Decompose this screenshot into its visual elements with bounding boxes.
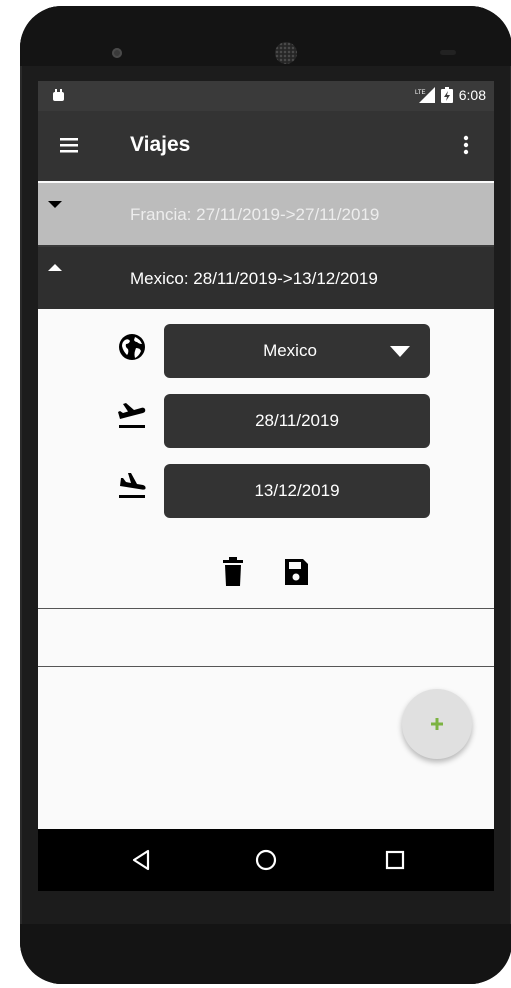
- add-trip-button[interactable]: [402, 689, 472, 759]
- departure-date-field[interactable]: 28/11/2019: [164, 394, 430, 448]
- flight-land-icon: [119, 473, 146, 498]
- country-value: Mexico: [263, 341, 317, 360]
- trip-detail-panel: Mexico 28/11/2019 13/12/2019: [38, 309, 494, 609]
- svg-text:LTE: LTE: [415, 90, 426, 96]
- delete-icon[interactable]: [220, 557, 246, 587]
- signal-lte-icon: LTE: [415, 87, 435, 103]
- plus-icon: [431, 718, 443, 730]
- list-item: [38, 609, 494, 666]
- chevron-down-icon: [390, 346, 410, 357]
- return-date-field[interactable]: 13/12/2019: [164, 464, 430, 518]
- trip-header-francia[interactable]: Francia: 27/11/2019->27/11/2019: [38, 183, 494, 245]
- trip-header-label: Francia: 27/11/2019->27/11/2019: [130, 205, 380, 224]
- android-debug-icon: [53, 89, 64, 101]
- return-date-value: 13/12/2019: [254, 481, 340, 500]
- hamburger-menu-icon[interactable]: [58, 133, 82, 157]
- status-time: 6:08: [458, 87, 486, 103]
- back-icon[interactable]: [128, 847, 154, 873]
- expand-arrow-icon: [48, 201, 62, 208]
- earpiece-speaker: [275, 42, 297, 64]
- flight-takeoff-icon: [118, 403, 146, 428]
- front-camera: [112, 48, 122, 58]
- collapse-arrow-icon: [48, 264, 62, 271]
- country-dropdown[interactable]: Mexico: [164, 324, 430, 378]
- home-icon[interactable]: [253, 847, 279, 873]
- status-bar: LTE 6:08: [38, 81, 494, 111]
- app-bar: Viajes: [38, 111, 494, 181]
- departure-date-value: 28/11/2019: [255, 411, 339, 430]
- trip-header-label: Mexico: 28/11/2019->13/12/2019: [130, 269, 378, 288]
- more-vert-icon[interactable]: [450, 133, 474, 157]
- proximity-sensor: [440, 50, 456, 55]
- save-icon[interactable]: [283, 557, 309, 587]
- globe-icon: [119, 334, 145, 360]
- page-title: Viajes: [130, 133, 191, 156]
- device-screen: LTE 6:08 Viajes Francia: 27/11/2019->27/…: [38, 81, 494, 891]
- divider: [38, 666, 494, 667]
- recents-icon[interactable]: [382, 847, 408, 873]
- trip-header-mexico[interactable]: Mexico: 28/11/2019->13/12/2019: [38, 247, 494, 309]
- navigation-bar: [38, 829, 494, 891]
- battery-charging-icon: [440, 87, 453, 103]
